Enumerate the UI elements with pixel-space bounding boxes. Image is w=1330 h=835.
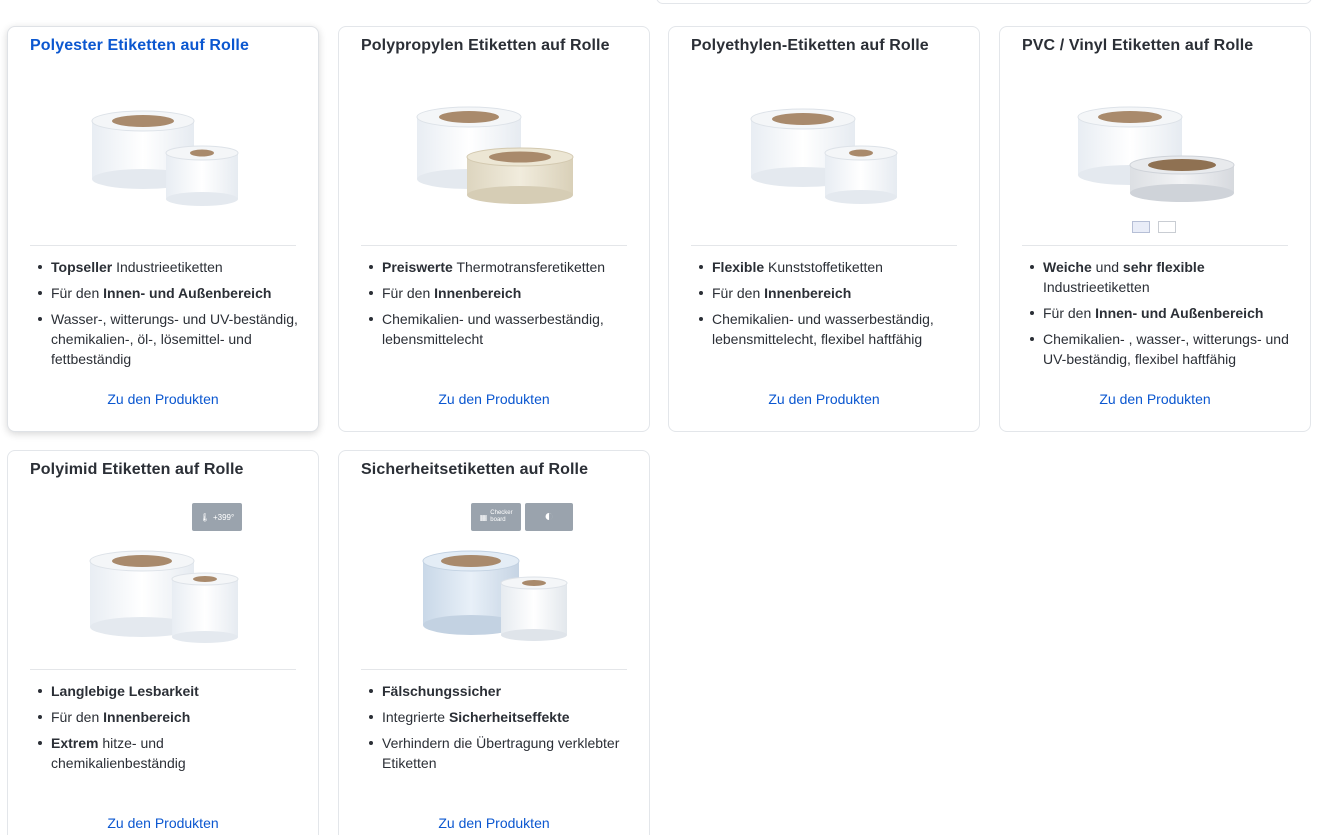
divider [1022,245,1288,246]
products-link[interactable]: Zu den Produkten [339,815,649,831]
label-roll-image [30,79,298,247]
card-title-link[interactable]: Polyester Etiketten auf Rolle [30,37,308,55]
feature-item: Preiswerte Thermotransferetiketten [361,257,631,277]
product-card-polyethylen[interactable]: Polyethylen-Etiketten auf Rolle Flexible… [668,26,980,432]
feature-item: Extrem hitze- und chemikalienbeständig [30,733,300,773]
feature-item: Für den Innen- und Außenbereich [1022,303,1292,323]
previous-section-edge [656,0,1312,4]
feature-item: Für den Innenbereich [691,283,961,303]
feature-item: Für den Innenbereich [30,707,300,727]
swatch-option-2[interactable] [1158,221,1176,233]
feature-item: Chemikalien- und wasserbeständig, lebens… [691,309,961,349]
feature-list: Flexible Kunststoffetiketten Für den Inn… [691,257,961,355]
divider [361,669,627,670]
label-roll-image [691,79,959,247]
card-title-link[interactable]: Polypropylen Etiketten auf Rolle [361,37,639,55]
feature-list: Langlebige Lesbarkeit Für den Innenberei… [30,681,300,779]
card-title-link[interactable]: Polyethylen-Etiketten auf Rolle [691,37,969,55]
feature-item: Für den Innenbereich [361,283,631,303]
card-title-link[interactable]: Sicherheitsetiketten auf Rolle [361,461,639,479]
products-link[interactable]: Zu den Produkten [339,391,649,407]
product-card-pvc-vinyl[interactable]: PVC / Vinyl Etiketten auf Rolle Weiche u… [999,26,1311,432]
feature-item: Wasser-, witterungs- und UV-beständig, c… [30,309,300,369]
feature-list: Preiswerte Thermotransferetiketten Für d… [361,257,631,355]
swatch-option-1[interactable] [1132,221,1150,233]
divider [361,245,627,246]
card-title-link[interactable]: PVC / Vinyl Etiketten auf Rolle [1022,37,1300,55]
product-card-polyester[interactable]: Polyester Etiketten auf Rolle Topseller … [7,26,319,432]
color-swatches [1132,221,1176,233]
feature-item: Integrierte Sicherheitseffekte [361,707,631,727]
products-link[interactable]: Zu den Produkten [1000,391,1310,407]
feature-list: Fälschungssicher Integrierte Sicherheits… [361,681,631,779]
products-link[interactable]: Zu den Produkten [669,391,979,407]
feature-item: Chemikalien- und wasserbeständig, lebens… [361,309,631,349]
feature-item: Flexible Kunststoffetiketten [691,257,961,277]
product-card-sicherheit[interactable]: Sicherheitsetiketten auf Rolle ▦ Checker… [338,450,650,835]
feature-item: Langlebige Lesbarkeit [30,681,300,701]
feature-list: Weiche und sehr flexible Industrieetiket… [1022,257,1292,375]
card-title-link[interactable]: Polyimid Etiketten auf Rolle [30,461,308,479]
divider [30,669,296,670]
feature-item: Fälschungssicher [361,681,631,701]
feature-item: Für den Innen- und Außenbereich [30,283,300,303]
divider [30,245,296,246]
product-card-polypropylen[interactable]: Polypropylen Etiketten auf Rolle Preiswe… [338,26,650,432]
feature-item: Chemikalien- , wasser-, witterungs- und … [1022,329,1292,369]
products-link[interactable]: Zu den Produkten [8,815,318,831]
label-roll-image [30,503,298,671]
feature-item: Weiche und sehr flexible Industrieetiket… [1022,257,1292,297]
label-roll-image [361,503,629,671]
feature-item: Topseller Industrieetiketten [30,257,300,277]
feature-list: Topseller Industrieetiketten Für den Inn… [30,257,300,375]
divider [691,245,957,246]
product-card-polyimid[interactable]: Polyimid Etiketten auf Rolle 🌡 +399° Lan… [7,450,319,835]
feature-item: Verhindern die Übertragung verklebter Et… [361,733,631,773]
products-link[interactable]: Zu den Produkten [8,391,318,407]
label-roll-image [361,79,629,247]
